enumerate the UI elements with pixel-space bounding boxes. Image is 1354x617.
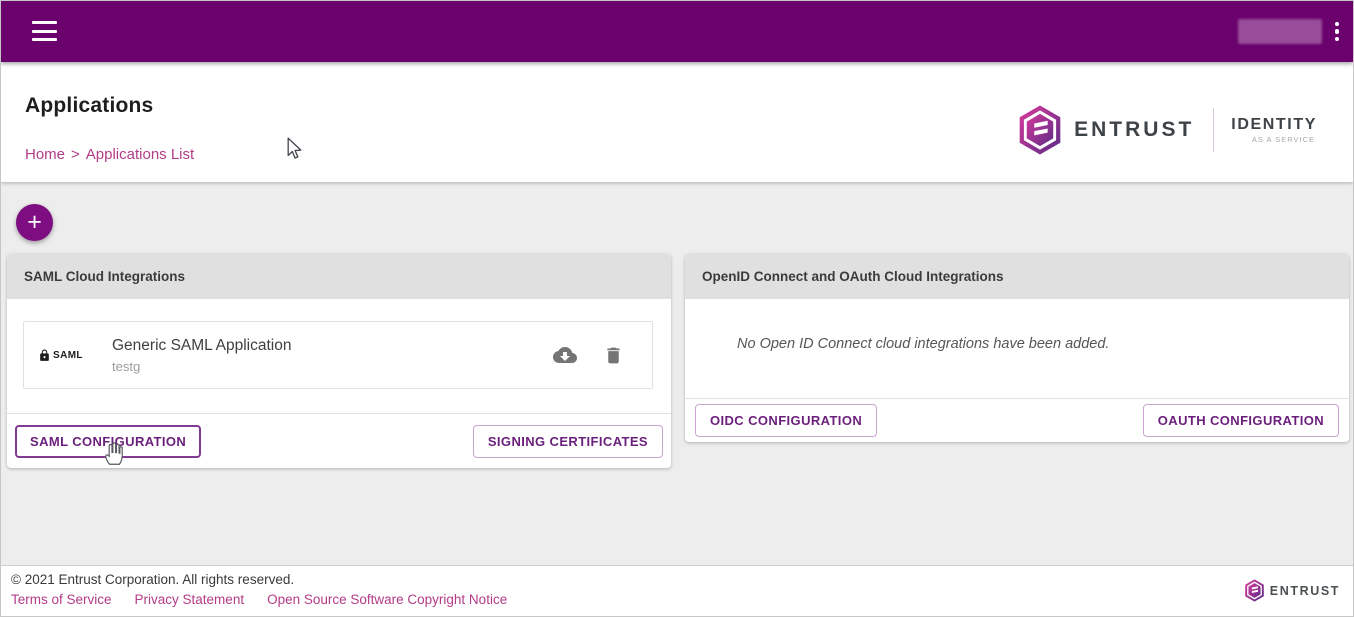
breadcrumb-separator: >	[71, 146, 80, 163]
copyright-text: © 2021 Entrust Corporation. All rights r…	[11, 572, 294, 587]
oidc-empty-message: No Open ID Connect cloud integrations ha…	[737, 336, 1109, 352]
saml-panel-actions: SAML CONFIGURATION SIGNING CERTIFICATES	[7, 413, 671, 468]
brand-divider	[1213, 108, 1214, 152]
add-application-button[interactable]: +	[16, 204, 53, 241]
page: Applications Home > Applications List ENTR…	[0, 0, 1354, 617]
page-header: Applications Home > Applications List ENTR…	[1, 62, 1353, 182]
footer-brand-name: ENTRUST	[1270, 584, 1340, 598]
saml-application-row[interactable]: SAML Generic SAML Application testg	[23, 321, 653, 389]
brand-product: IDENTITY	[1231, 116, 1317, 134]
oidc-integrations-panel: OpenID Connect and OAuth Cloud Integrati…	[685, 254, 1349, 442]
delete-application-button[interactable]	[603, 343, 624, 367]
cloud-download-icon	[553, 343, 577, 367]
page-footer: © 2021 Entrust Corporation. All rights r…	[1, 565, 1353, 616]
account-label-redacted	[1238, 19, 1322, 44]
open-source-notice-link[interactable]: Open Source Software Copyright Notice	[267, 592, 507, 607]
topbar	[1, 1, 1353, 62]
footer-links: Terms of Service Privacy Statement Open …	[11, 592, 507, 607]
application-subtitle: testg	[112, 359, 292, 374]
download-metadata-button[interactable]	[553, 343, 577, 367]
breadcrumb-home-link[interactable]: Home	[25, 146, 65, 163]
signing-certificates-button[interactable]: SIGNING CERTIFICATES	[473, 425, 663, 458]
oidc-panel-actions: OIDC CONFIGURATION OAUTH CONFIGURATION	[685, 398, 1349, 442]
breadcrumb-current-link[interactable]: Applications List	[86, 146, 194, 163]
trash-icon	[603, 345, 624, 366]
saml-configuration-button[interactable]: SAML CONFIGURATION	[15, 425, 201, 458]
saml-integrations-panel: SAML Cloud Integrations SAML Generic SAM…	[7, 254, 671, 468]
kebab-menu-icon[interactable]	[1333, 18, 1342, 46]
saml-panel-title: SAML Cloud Integrations	[7, 254, 671, 299]
oauth-configuration-button[interactable]: OAUTH CONFIGURATION	[1143, 404, 1339, 437]
terms-of-service-link[interactable]: Terms of Service	[11, 592, 112, 607]
brand-product-sub: AS A SERVICE	[1252, 135, 1315, 144]
entrust-hexagon-icon	[1017, 105, 1063, 155]
lock-icon	[38, 349, 51, 362]
application-name: Generic SAML Application	[112, 337, 292, 355]
oidc-panel-title: OpenID Connect and OAuth Cloud Integrati…	[685, 254, 1349, 299]
brand-name: ENTRUST	[1074, 118, 1194, 142]
privacy-statement-link[interactable]: Privacy Statement	[135, 592, 245, 607]
saml-badge-label: SAML	[53, 350, 83, 361]
brand-logo: ENTRUST IDENTITY AS A SERVICE	[1017, 105, 1317, 155]
page-title: Applications	[25, 94, 153, 118]
oidc-configuration-button[interactable]: OIDC CONFIGURATION	[695, 404, 877, 437]
hamburger-menu-icon[interactable]	[32, 20, 58, 42]
entrust-hexagon-icon-small	[1244, 579, 1265, 602]
footer-brand-logo: ENTRUST	[1244, 579, 1340, 602]
saml-badge: SAML	[38, 349, 98, 362]
breadcrumb: Home > Applications List	[25, 146, 194, 163]
